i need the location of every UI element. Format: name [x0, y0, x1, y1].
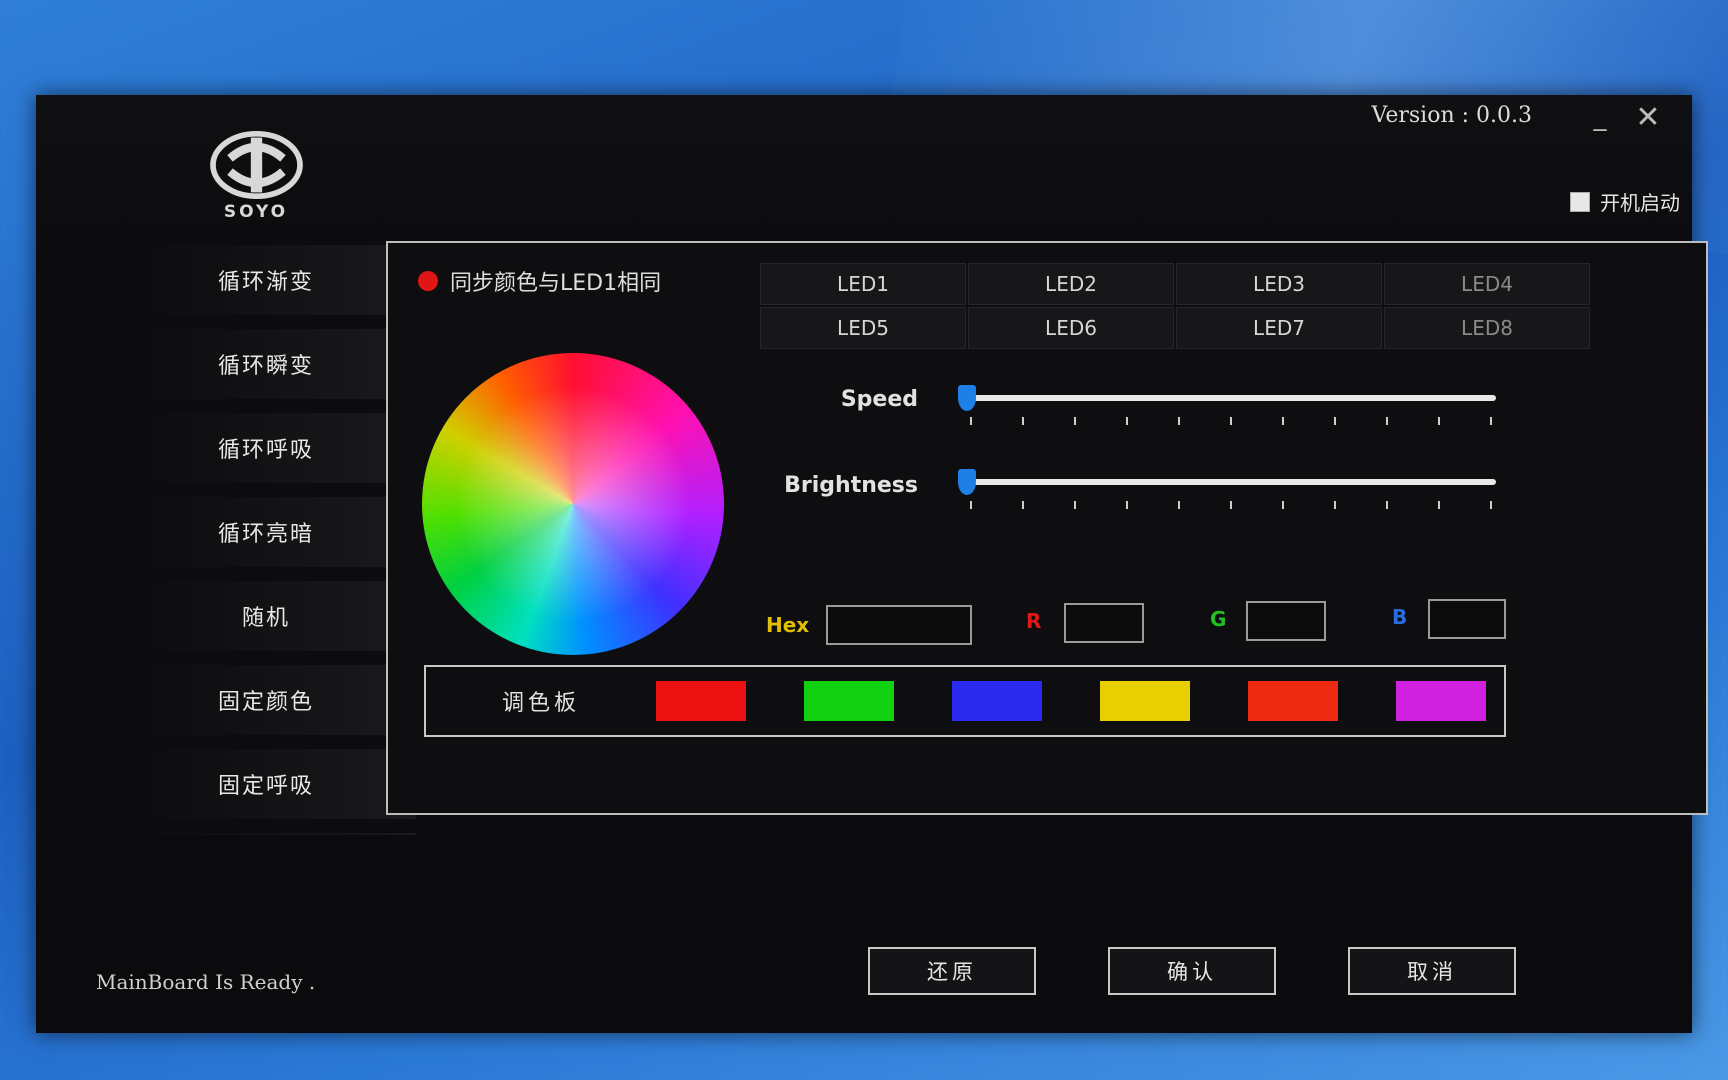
mode-cycle-breathing[interactable]: 循环呼吸: [116, 413, 416, 483]
tick: [1282, 417, 1284, 425]
led-button-4[interactable]: LED4: [1384, 263, 1590, 305]
tick: [1126, 501, 1128, 509]
g-input[interactable]: [1246, 601, 1326, 641]
b-label: B: [1392, 605, 1408, 629]
tick: [1490, 501, 1492, 509]
palette-swatch-magenta[interactable]: [1396, 681, 1486, 721]
soyo-logo: SOYO: [186, 113, 326, 238]
tick: [1334, 417, 1336, 425]
mode-fixed-breathing[interactable]: 固定呼吸: [116, 749, 416, 819]
tick: [1022, 501, 1024, 509]
speed-label: Speed: [840, 387, 918, 412]
palette-swatch-yellow[interactable]: [1100, 681, 1190, 721]
palette-label: 调色板: [501, 691, 580, 716]
led-button-6[interactable]: LED6: [968, 307, 1174, 349]
mode-cycle-bright-dim[interactable]: 循环亮暗: [116, 497, 416, 567]
logo-text: SOYO: [223, 201, 289, 222]
speed-slider-thumb[interactable]: [958, 385, 976, 411]
restore-button[interactable]: 还原: [868, 947, 1036, 995]
tick: [1230, 501, 1232, 509]
tick: [1490, 417, 1492, 425]
led-button-8[interactable]: LED8: [1384, 307, 1590, 349]
brightness-slider-track[interactable]: [966, 479, 1496, 485]
r-label: R: [1026, 609, 1042, 633]
brightness-label: Brightness: [784, 473, 918, 498]
tick: [1074, 417, 1076, 425]
tick: [1126, 417, 1128, 425]
tick: [1438, 417, 1440, 425]
sync-led1-option[interactable]: 同步颜色与LED1相同: [418, 265, 661, 297]
status-text: MainBoard Is Ready .: [96, 970, 316, 994]
mode-cycle-gradient[interactable]: 循环渐变: [116, 245, 416, 315]
version-label: Version : 0.0.3: [1371, 103, 1532, 128]
palette-swatch-green[interactable]: [804, 681, 894, 721]
mode-cycle-instant[interactable]: 循环瞬变: [116, 329, 416, 399]
radio-dot-icon[interactable]: [418, 271, 438, 291]
mode-fixed-color[interactable]: 固定颜色: [116, 665, 416, 735]
speed-slider-ticks: [970, 417, 1492, 425]
g-label: G: [1210, 607, 1227, 631]
autostart-checkbox[interactable]: 开机启动: [1570, 187, 1680, 216]
brightness-slider-thumb[interactable]: [958, 469, 976, 495]
palette-swatch-blue[interactable]: [952, 681, 1042, 721]
speed-slider-track[interactable]: [966, 395, 1496, 401]
confirm-button[interactable]: 确认: [1108, 947, 1276, 995]
tick: [1386, 501, 1388, 509]
title-bar: SOYO Version : 0.0.3 _ ✕ 开机启动: [36, 95, 1692, 245]
soyo-rgb-app-window: SOYO Version : 0.0.3 _ ✕ 开机启动 循环渐变 循环瞬变 …: [36, 95, 1708, 1033]
led-button-7[interactable]: LED7: [1176, 307, 1382, 349]
tick: [1074, 501, 1076, 509]
checkbox-icon[interactable]: [1570, 191, 1590, 212]
soyo-logo-icon: [209, 130, 303, 199]
color-wheel[interactable]: [422, 353, 724, 655]
b-input[interactable]: [1428, 599, 1506, 639]
minimize-button[interactable]: _: [1580, 97, 1620, 137]
tick: [1386, 417, 1388, 425]
led-selector-grid: LED1 LED2 LED3 LED4 LED5 LED6 LED7 LED8: [760, 263, 1590, 349]
tick: [1334, 501, 1336, 509]
tick: [1438, 501, 1440, 509]
tick: [1022, 417, 1024, 425]
color-palette: 调色板: [424, 665, 1506, 737]
footer-bar: MainBoard Is Ready . 还原 确认 取消: [36, 835, 1692, 1033]
brightness-slider-ticks: [970, 501, 1492, 509]
close-button[interactable]: ✕: [1628, 97, 1668, 137]
tick: [1178, 417, 1180, 425]
autostart-label: 开机启动: [1600, 191, 1680, 215]
tick: [1178, 501, 1180, 509]
tick: [970, 417, 972, 425]
hex-label: Hex: [766, 613, 810, 637]
hex-input[interactable]: [826, 605, 972, 645]
palette-swatch-red[interactable]: [656, 681, 746, 721]
cancel-button[interactable]: 取消: [1348, 947, 1516, 995]
tick: [970, 501, 972, 509]
mode-menu: 循环渐变 循环瞬变 循环呼吸 循环亮暗 随机 固定颜色 固定呼吸 关闭: [116, 245, 416, 917]
mode-random[interactable]: 随机: [116, 581, 416, 651]
led-button-3[interactable]: LED3: [1176, 263, 1382, 305]
color-settings-panel: 同步颜色与LED1相同 LED1 LED2 LED3 LED4 LED5 LED…: [386, 241, 1708, 815]
palette-swatch-orange-red[interactable]: [1248, 681, 1338, 721]
tick: [1282, 501, 1284, 509]
led-button-2[interactable]: LED2: [968, 263, 1174, 305]
tick: [1230, 417, 1232, 425]
led-button-5[interactable]: LED5: [760, 307, 966, 349]
r-input[interactable]: [1064, 603, 1144, 643]
led-button-1[interactable]: LED1: [760, 263, 966, 305]
sync-label: 同步颜色与LED1相同: [450, 271, 662, 296]
